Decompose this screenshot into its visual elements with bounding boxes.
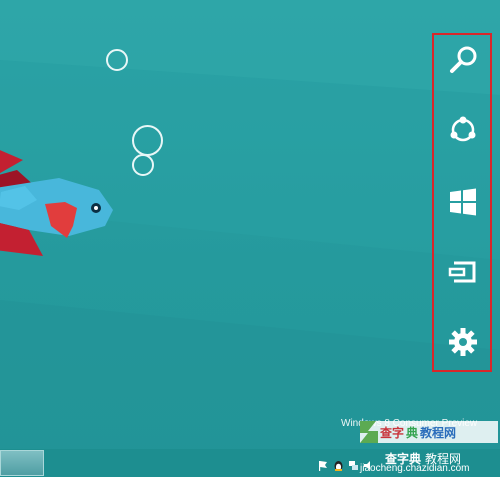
- windows-start-icon: [448, 187, 478, 217]
- devices-icon: [448, 257, 478, 287]
- bubble-small: [106, 49, 128, 71]
- betta-fish: [0, 150, 113, 256]
- site-banner-b: 典: [406, 426, 419, 440]
- bubble-medium: [132, 154, 154, 176]
- desktop-background: Windows 8 Consumer Preview 查字 典 教程网: [0, 0, 500, 477]
- charm-settings[interactable]: [448, 327, 478, 357]
- charm-devices[interactable]: [448, 257, 478, 287]
- share-icon: [448, 115, 478, 145]
- bubble-large: [132, 125, 163, 156]
- flag-icon[interactable]: [318, 458, 329, 471]
- site-banner-c: 教程网: [420, 426, 457, 440]
- charm-start[interactable]: [448, 187, 478, 217]
- search-icon: [448, 45, 478, 75]
- penguin-icon[interactable]: [333, 458, 344, 471]
- gear-icon: [448, 327, 478, 357]
- site-banner: 查字 典 教程网: [380, 426, 456, 440]
- site-banner-a: 查字: [380, 426, 405, 440]
- taskbar-app-button[interactable]: [0, 450, 44, 476]
- charm-share[interactable]: [448, 115, 478, 145]
- network-icon[interactable]: [348, 458, 359, 470]
- charm-search[interactable]: [448, 45, 478, 75]
- charms-bar: [432, 33, 492, 372]
- site-url: jiaocheng.chazidian.com: [360, 463, 470, 474]
